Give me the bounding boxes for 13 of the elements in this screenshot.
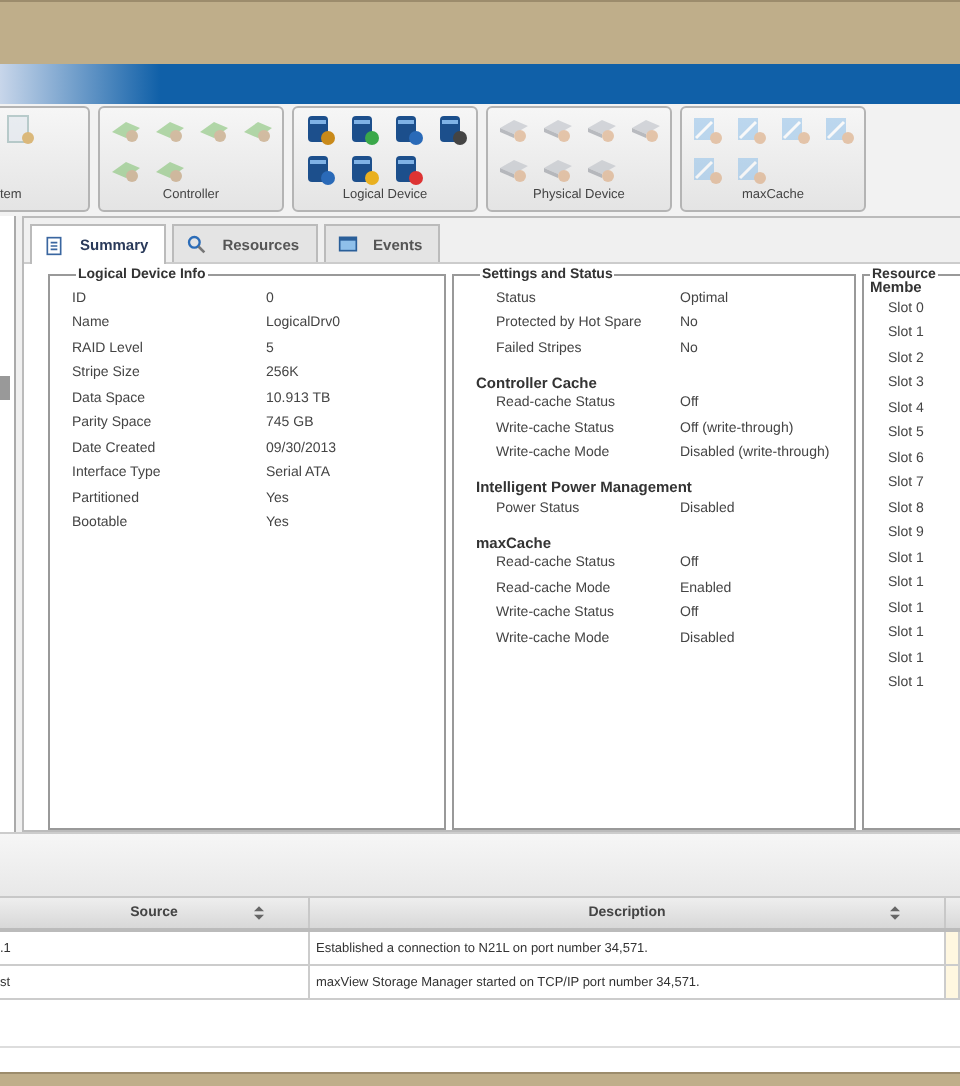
sort-icon xyxy=(890,906,900,920)
database-icon[interactable] xyxy=(392,114,424,146)
document-icon xyxy=(44,235,64,255)
database-icon[interactable] xyxy=(348,154,380,186)
database-icon[interactable] xyxy=(436,114,468,146)
sort-icon xyxy=(254,906,264,920)
database-icon[interactable] xyxy=(304,154,336,186)
database-icon[interactable] xyxy=(348,114,380,146)
database-icon[interactable] xyxy=(304,114,336,146)
window-icon xyxy=(337,234,358,254)
search-icon xyxy=(186,234,207,254)
database-icon[interactable] xyxy=(392,154,424,186)
scrollbar-thumb[interactable] xyxy=(0,376,10,400)
